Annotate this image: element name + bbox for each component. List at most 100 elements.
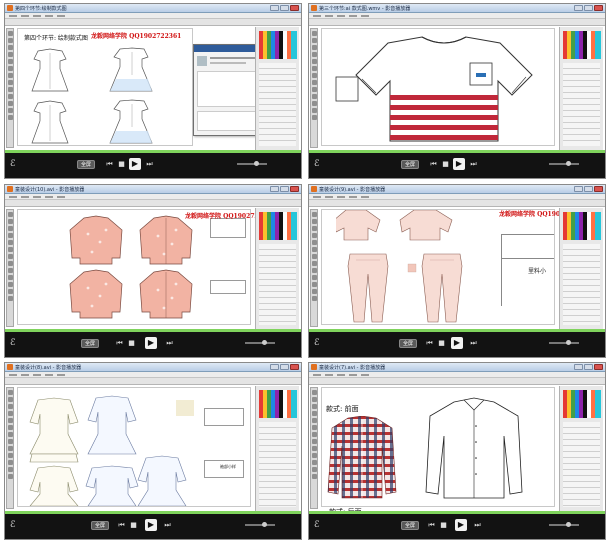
tools-panel[interactable] [310, 28, 318, 148]
minimize-button[interactable] [270, 186, 279, 192]
swatches-panel[interactable] [259, 212, 297, 240]
maximize-button[interactable] [584, 364, 593, 370]
artboard[interactable]: 里料小 [321, 209, 555, 325]
maximize-button[interactable] [280, 364, 289, 370]
caption-front: 款式: 前面 [326, 405, 359, 413]
tools-panel[interactable] [310, 387, 318, 509]
maximize-button[interactable] [584, 5, 593, 11]
volume-slider[interactable] [549, 161, 579, 166]
stop-icon[interactable]: ■ [129, 521, 138, 530]
close-button[interactable] [290, 364, 299, 370]
next-icon[interactable]: ⏭ [165, 339, 174, 348]
close-button[interactable] [594, 186, 603, 192]
play-button[interactable]: ▶ [145, 519, 157, 531]
swatches-panel[interactable] [563, 212, 601, 240]
options-bar[interactable] [309, 200, 605, 207]
right-panels[interactable] [559, 386, 603, 511]
right-panels[interactable] [559, 208, 603, 329]
prev-icon[interactable]: ⏮ [427, 521, 436, 530]
progress-bar[interactable] [309, 511, 605, 514]
fullscreen-button[interactable]: 全屏 [401, 521, 420, 530]
options-bar[interactable] [309, 378, 605, 385]
play-button[interactable]: ▶ [455, 519, 467, 531]
swatches-panel[interactable] [259, 390, 297, 418]
maximize-button[interactable] [280, 5, 289, 11]
volume-slider[interactable] [549, 522, 579, 527]
tools-panel[interactable] [310, 209, 318, 327]
prev-icon[interactable]: ⏮ [425, 339, 434, 348]
stop-icon[interactable]: ■ [117, 160, 126, 169]
chat-window[interactable] [193, 44, 263, 136]
stop-icon[interactable]: ■ [439, 521, 448, 530]
tools-panel[interactable] [6, 28, 14, 148]
fullscreen-button[interactable]: 全屏 [77, 160, 96, 169]
side-label: 里料小 [527, 268, 546, 275]
right-panels[interactable] [255, 208, 299, 329]
prev-icon[interactable]: ⏮ [117, 521, 126, 530]
minimize-button[interactable] [270, 5, 279, 11]
tools-panel[interactable] [6, 387, 14, 509]
close-button[interactable] [594, 364, 603, 370]
volume-slider[interactable] [549, 340, 579, 345]
play-button[interactable]: ▶ [145, 337, 157, 349]
progress-bar[interactable] [5, 150, 301, 153]
fullscreen-button[interactable]: 全屏 [81, 339, 100, 348]
artboard[interactable]: 袖部小样 [17, 387, 251, 507]
artboard[interactable] [321, 28, 555, 146]
close-button[interactable] [290, 5, 299, 11]
progress-bar[interactable] [309, 329, 605, 332]
options-bar[interactable] [309, 19, 605, 26]
right-panels[interactable] [255, 386, 299, 511]
progress-bar[interactable] [5, 329, 301, 332]
fullscreen-button[interactable]: 全屏 [91, 521, 110, 530]
play-button[interactable]: ▶ [129, 158, 141, 170]
player-controls: ℰ 全屏 ⏮ ■ ▶ ⏭ [5, 150, 301, 178]
swatches-panel[interactable] [563, 390, 601, 418]
chat-message-area[interactable] [197, 71, 261, 107]
next-icon[interactable]: ⏭ [469, 160, 478, 169]
swatches-panel[interactable] [259, 31, 297, 59]
chat-input[interactable] [197, 111, 261, 131]
fullscreen-button[interactable]: 全屏 [401, 160, 420, 169]
maximize-button[interactable] [584, 186, 593, 192]
next-icon[interactable]: ⏭ [473, 521, 482, 530]
progress-bar[interactable] [5, 511, 301, 514]
play-button[interactable]: ▶ [453, 158, 465, 170]
play-button[interactable]: ▶ [451, 337, 463, 349]
stop-icon[interactable]: ■ [127, 339, 136, 348]
prev-icon[interactable]: ⏮ [105, 160, 114, 169]
next-icon[interactable]: ⏭ [145, 160, 154, 169]
swatches-panel[interactable] [563, 31, 601, 59]
close-button[interactable] [290, 186, 299, 192]
stop-icon[interactable]: ■ [441, 160, 450, 169]
app-icon [7, 364, 13, 370]
options-bar[interactable] [5, 200, 301, 207]
artboard[interactable]: 款式: 前面 款式: 后面 [321, 387, 555, 507]
prev-icon[interactable]: ⏮ [429, 160, 438, 169]
close-button[interactable] [594, 5, 603, 11]
volume-slider[interactable] [237, 161, 267, 166]
prev-icon[interactable]: ⏮ [115, 339, 124, 348]
right-panels[interactable] [559, 27, 603, 150]
maximize-button[interactable] [280, 186, 289, 192]
stop-icon[interactable]: ■ [437, 339, 446, 348]
volume-slider[interactable] [245, 522, 275, 527]
progress-bar[interactable] [309, 150, 605, 153]
minimize-button[interactable] [574, 186, 583, 192]
tools-panel[interactable] [6, 209, 14, 327]
fullscreen-button[interactable]: 全屏 [399, 339, 418, 348]
next-icon[interactable]: ⏭ [469, 339, 478, 348]
options-bar[interactable] [5, 19, 301, 26]
minimize-button[interactable] [574, 5, 583, 11]
artboard[interactable]: 第四个环节: 绘制款式图 [17, 28, 193, 146]
minimize-button[interactable] [270, 364, 279, 370]
title-bar: 童装设计(8).avi - 影音播放器 [5, 363, 301, 372]
volume-slider[interactable] [245, 340, 275, 345]
avatar [197, 56, 207, 66]
info-box [210, 280, 246, 294]
options-bar[interactable] [5, 378, 301, 385]
next-icon[interactable]: ⏭ [163, 521, 172, 530]
right-panels[interactable] [255, 27, 299, 150]
artboard[interactable] [17, 209, 251, 325]
minimize-button[interactable] [574, 364, 583, 370]
